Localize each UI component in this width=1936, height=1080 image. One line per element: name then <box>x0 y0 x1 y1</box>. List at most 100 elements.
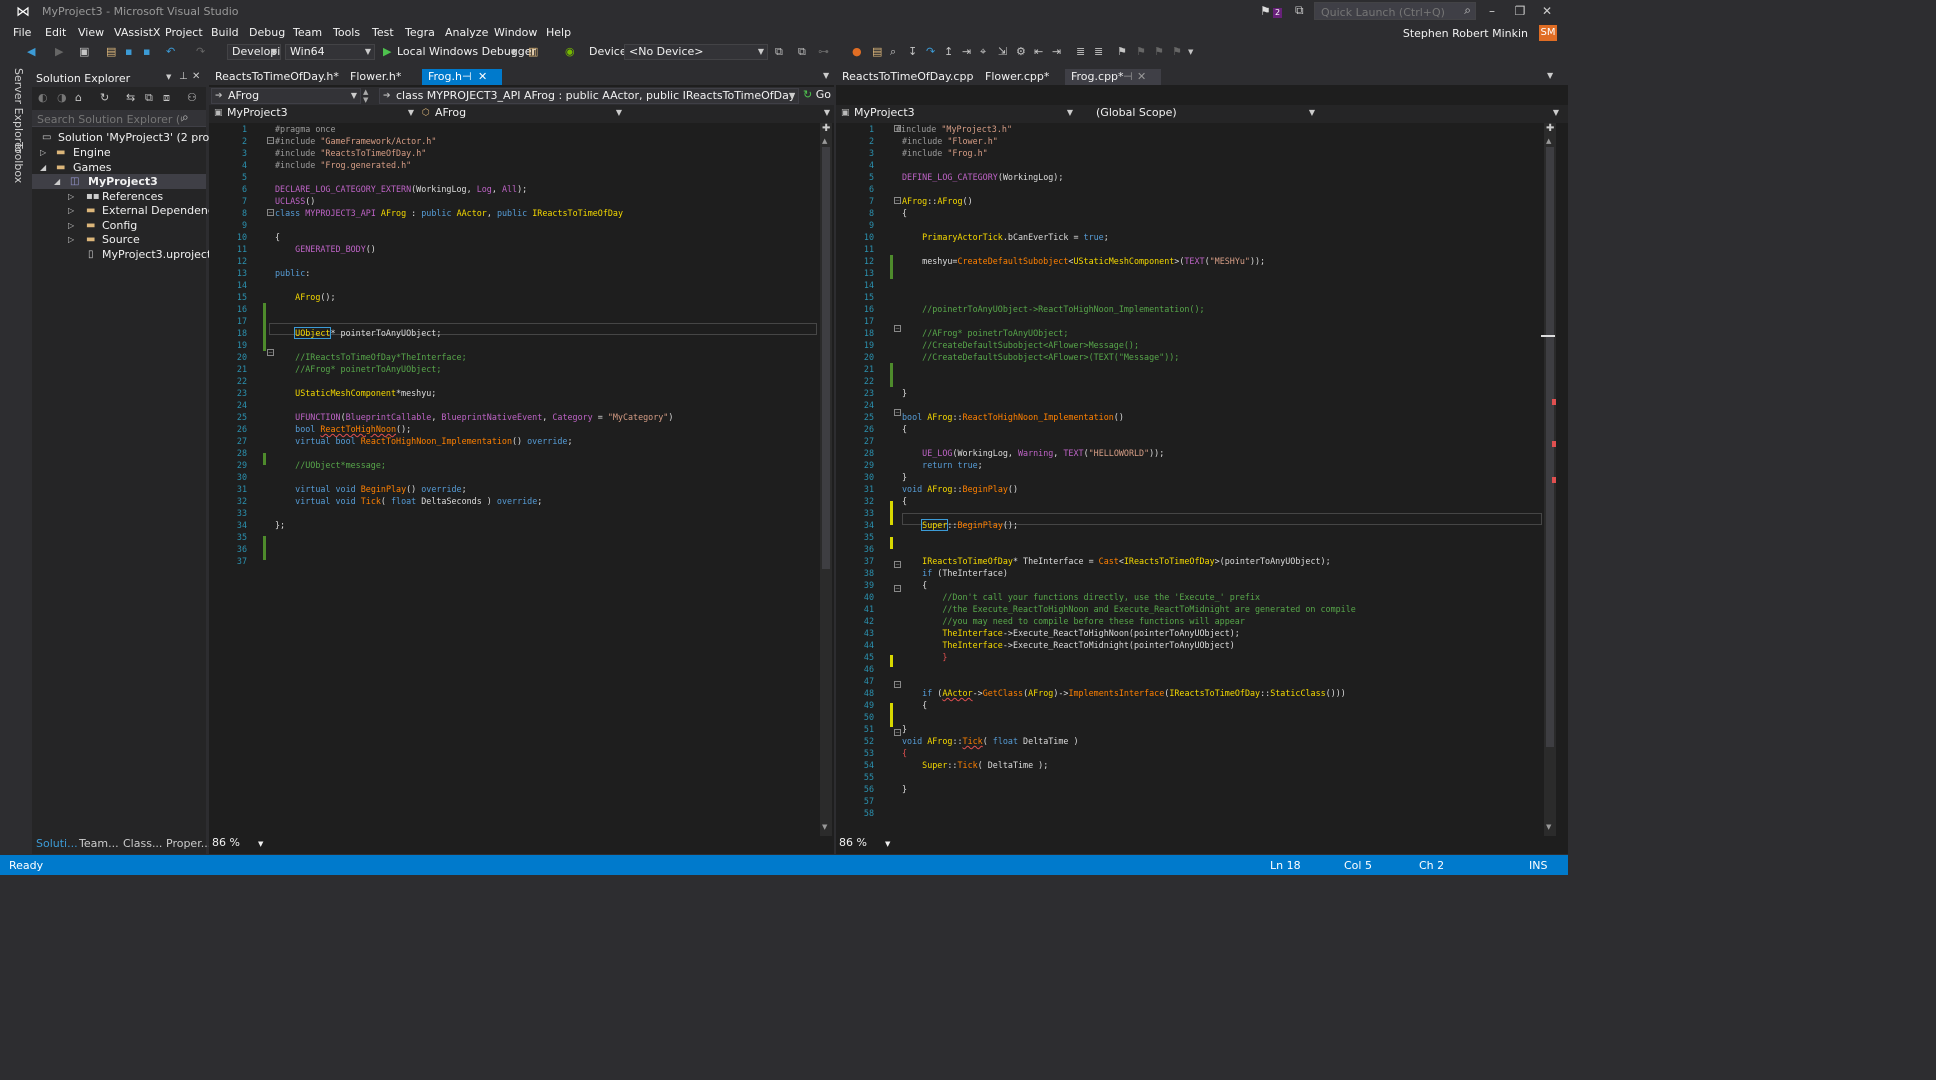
comment-out-icon[interactable]: ⇤ <box>1034 45 1043 59</box>
sync-icon[interactable]: ⇆ <box>126 91 135 105</box>
run-to-cursor-icon[interactable]: ⇥ <box>962 45 971 59</box>
prev-bookmark-icon[interactable]: ⚑ <box>1136 45 1146 59</box>
menu-vassistx[interactable]: VAssistX <box>114 26 160 39</box>
pending-changes-icon[interactable]: ↻ <box>100 91 109 105</box>
minimize-button[interactable]: – <box>1481 2 1503 20</box>
vertical-scrollbar[interactable]: ✚ ▲ ▼ <box>820 123 832 836</box>
tree-item-engine[interactable]: ▷ ▬ Engine <box>32 145 206 160</box>
pin-icon[interactable]: ⊥ <box>179 71 188 82</box>
search-icon[interactable]: ⌕ <box>182 110 189 125</box>
close-window-button[interactable]: ✕ <box>1536 2 1558 20</box>
notification-flag-icon[interactable]: ⚑ <box>1260 4 1271 18</box>
show-next-icon[interactable]: ⇲ <box>998 45 1007 59</box>
back-icon[interactable]: ◀ <box>27 45 35 59</box>
menu-file[interactable]: File <box>13 26 31 39</box>
menu-help[interactable]: Help <box>546 26 571 39</box>
toolbox-tab[interactable]: Toolbox <box>12 142 25 183</box>
step-over-icon[interactable]: ↷ <box>926 45 935 59</box>
collapse-all-icon[interactable]: ⧉ <box>145 91 153 105</box>
solution-search-input[interactable] <box>35 111 184 127</box>
tab-flower-cpp[interactable]: Flower.cpp* <box>979 69 1055 85</box>
bookmark-folder-icon[interactable]: ▤ <box>872 45 882 59</box>
solution-configuration-select[interactable]: Developi ▼ <box>227 44 281 60</box>
chevron-down-icon[interactable]: ▼ <box>823 71 829 80</box>
class-scope-combo[interactable]: ⬡ AFrog ▼ <box>419 106 625 122</box>
undo-icon[interactable]: ↶ <box>166 45 175 59</box>
tree-item-external-dependencies[interactable]: ▷ ▬ External Dependencies <box>32 203 229 218</box>
menu-analyze[interactable]: Analyze <box>445 26 488 39</box>
fold-marker[interactable]: − <box>894 729 901 736</box>
fold-marker[interactable]: − <box>894 585 901 592</box>
show-all-files-icon[interactable]: ⧈ <box>163 91 170 105</box>
vertical-scrollbar[interactable]: ✚ ▲ ▼ <box>1541 123 1556 836</box>
tab-frog-cpp[interactable]: Frog.cpp* ⊣ ✕ <box>1065 69 1161 85</box>
scrollbar-thumb[interactable] <box>822 147 830 569</box>
tab-team-explorer[interactable]: Team... <box>79 837 119 850</box>
scroll-up-icon[interactable]: ▲ <box>1546 137 1551 145</box>
forward-icon[interactable]: ▶ <box>55 45 63 59</box>
tab-class-view[interactable]: Class... <box>123 837 162 850</box>
home-icon[interactable]: ⌂ <box>75 91 82 105</box>
expand-icon[interactable]: ▷ <box>68 203 74 218</box>
properties-icon[interactable]: ⚇ <box>187 91 197 105</box>
tree-item-source[interactable]: ▷ ▬ Source <box>32 232 206 247</box>
project-scope-combo[interactable]: ▣ MyProject3 ▼ <box>838 106 1076 122</box>
quick-launch-input[interactable] <box>1319 4 1463 20</box>
find-icon[interactable]: ⌕ <box>890 45 896 59</box>
user-avatar[interactable]: SM <box>1539 25 1557 41</box>
restore-button[interactable]: ❐ <box>1509 2 1531 20</box>
search-icon[interactable]: ⌕ <box>1464 3 1471 18</box>
scroll-down-icon[interactable]: ▼ <box>822 823 827 831</box>
breakpoint-icon[interactable]: ● <box>852 45 862 59</box>
chevron-down-icon[interactable]: ▼ <box>166 73 171 81</box>
menu-project[interactable]: Project <box>165 26 203 39</box>
tab-frog-h[interactable]: Frog.h ⊣ ✕ <box>422 69 502 85</box>
forward-icon[interactable]: ◑ <box>57 91 67 105</box>
code-editor[interactable]: − − − 1 #pragma once 2 #include "GameFrame… <box>209 123 819 836</box>
type-combo[interactable]: ➔ AFrog ▼ <box>211 88 361 104</box>
collapse-icon[interactable]: ◢ <box>40 160 46 175</box>
tab-properties[interactable]: Proper... <box>166 837 211 850</box>
scroll-up-icon[interactable]: ▲ <box>822 137 827 145</box>
pin-icon[interactable]: ⊣ <box>1123 69 1133 85</box>
server-explorer-tab[interactable]: Server Explorer <box>12 68 25 153</box>
uncomment-icon[interactable]: ⇥ <box>1052 45 1061 59</box>
menu-debug[interactable]: Debug <box>249 26 285 39</box>
clear-bookmarks-icon[interactable]: ⚑ <box>1172 45 1182 59</box>
menu-team[interactable]: Team <box>293 26 322 39</box>
global-scope-combo[interactable]: (Global Scope) ▼ <box>1080 106 1318 122</box>
save-icon[interactable]: ▪ <box>125 45 132 59</box>
next-bookmark-icon[interactable]: ⚑ <box>1154 45 1164 59</box>
split-icon[interactable]: ✚ <box>822 123 830 134</box>
tree-item-uproject[interactable]: ▯ MyProject3.uproject <box>32 247 211 262</box>
chevron-down-icon[interactable]: ▼ <box>511 45 516 59</box>
expand-icon[interactable]: ▷ <box>68 189 74 204</box>
fold-marker[interactable]: − <box>267 137 274 144</box>
tree-item-games[interactable]: ◢ ▬ Games <box>32 160 206 175</box>
fold-marker[interactable]: − <box>267 349 274 356</box>
scroll-down-icon[interactable]: ▼ <box>1546 823 1551 831</box>
device-manager-icon[interactable]: ⧉ <box>775 45 783 59</box>
menu-build[interactable]: Build <box>211 26 239 39</box>
solution-platform-select[interactable]: Win64 ▼ <box>285 44 375 60</box>
fold-marker[interactable]: − <box>267 209 274 216</box>
expand-icon[interactable]: ▷ <box>68 232 74 247</box>
project-scope-combo[interactable]: ▣ MyProject3 ▼ <box>211 106 417 122</box>
chevron-down-icon[interactable]: ▼ <box>1547 71 1553 80</box>
menu-test[interactable]: Test <box>372 26 394 39</box>
tree-item-references[interactable]: ▷ ▪▪ References <box>32 189 206 204</box>
tab-reactstotimeofday-cpp[interactable]: ReactsToTimeOfDay.cpp <box>836 69 979 85</box>
fold-marker[interactable]: − <box>894 325 901 332</box>
expand-icon[interactable]: ▷ <box>40 145 46 160</box>
start-debugging-icon[interactable]: ▶ <box>383 45 391 59</box>
fold-marker[interactable]: − <box>894 409 901 416</box>
toggle-bookmark-icon[interactable]: ⌖ <box>980 45 986 59</box>
bookmark-icon[interactable]: ⚑ <box>1117 45 1127 59</box>
member-combo[interactable]: ➔ class MYPROJECT3_API AFrog : public AAc… <box>379 88 799 104</box>
scrollbar-thumb[interactable] <box>1546 147 1554 747</box>
tree-item-config[interactable]: ▷ ▬ Config <box>32 218 206 233</box>
open-file-icon[interactable]: ▤ <box>106 45 116 59</box>
expand-icon[interactable]: ▷ <box>68 218 74 233</box>
settings-icon[interactable]: ⚙ <box>1016 45 1026 59</box>
function-scope-combo[interactable]: ▼ <box>627 106 833 122</box>
